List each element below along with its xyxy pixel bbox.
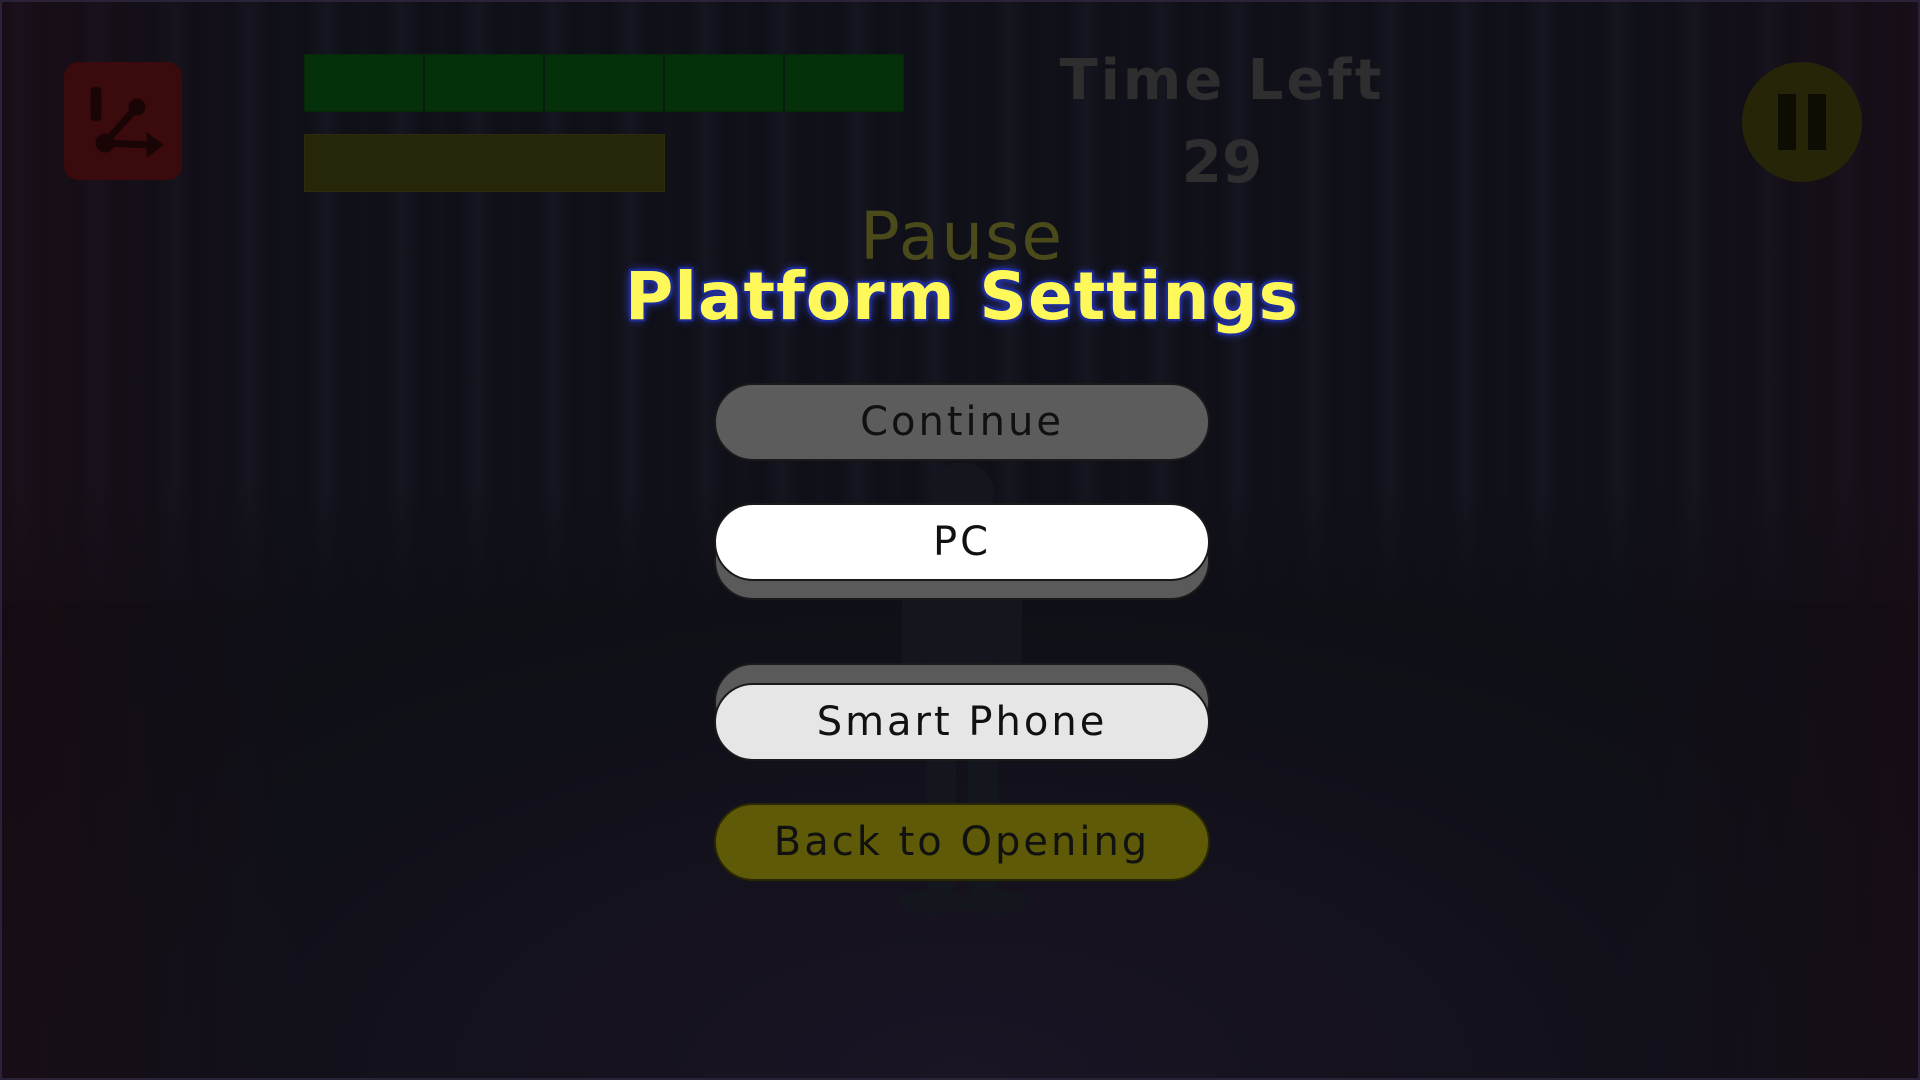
game-stage: Time Left 29 Pause Platform Settings Con… <box>0 0 1920 1080</box>
smart-phone-platform-button[interactable]: Smart Phone <box>714 683 1210 761</box>
continue-button[interactable]: Continue <box>714 383 1210 461</box>
health-segment <box>305 55 425 111</box>
back-to-opening-button[interactable]: Back to Opening <box>714 803 1210 881</box>
health-segment <box>425 55 545 111</box>
pause-button[interactable] <box>1742 62 1862 182</box>
health-segment <box>545 55 665 111</box>
pause-icon <box>1778 94 1826 150</box>
power-bar <box>304 134 665 192</box>
share-button[interactable] <box>64 62 182 180</box>
health-bar <box>304 54 904 112</box>
share-icon <box>90 86 164 158</box>
health-segment <box>785 55 903 111</box>
health-segment <box>665 55 785 111</box>
time-left-value: 29 <box>1181 128 1263 196</box>
platform-settings-title: Platform Settings <box>625 258 1299 335</box>
pc-platform-button[interactable]: PC <box>714 503 1210 581</box>
time-left-label: Time Left <box>1059 48 1385 113</box>
